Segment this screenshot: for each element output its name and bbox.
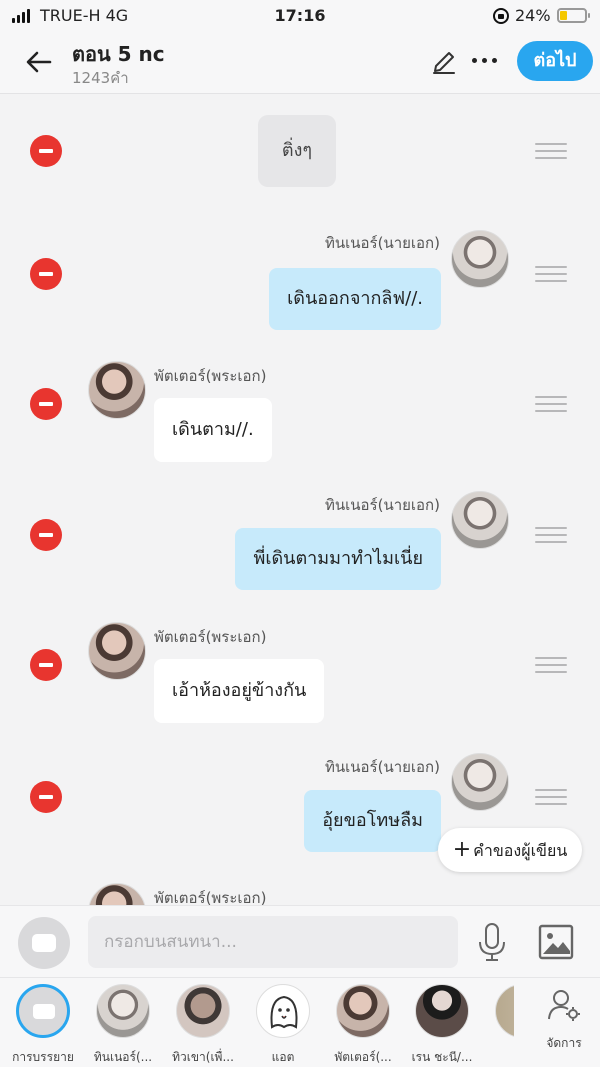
input-bar: กรอกบนสนทนา... (0, 905, 600, 977)
delete-message-icon[interactable] (30, 258, 62, 290)
message-bubble[interactable]: เดินตาม//. (154, 398, 272, 462)
character-bar: การบรรยาย ทินเนอร์(... ทิวเขา(เพื่... แอ… (0, 977, 600, 1067)
avatar (495, 984, 514, 1038)
message-bubble[interactable]: เดินออกจากลิฟ//. (269, 268, 441, 330)
battery-percent: 24% (515, 6, 551, 25)
pencil-icon[interactable] (430, 48, 458, 76)
back-arrow-icon[interactable] (24, 47, 54, 77)
character-item[interactable]: ทิวเขา(เพื่... (167, 984, 239, 1067)
avatar (88, 361, 146, 419)
narration-bubble[interactable]: ติ่งๆ (258, 115, 336, 187)
image-icon[interactable] (538, 924, 574, 960)
avatar (451, 753, 509, 811)
avatar (415, 984, 469, 1038)
speaker-name: พัตเตอร์(พระเอก) (154, 628, 267, 646)
clock: 17:16 (274, 6, 326, 25)
avatar (88, 622, 146, 680)
character-label: ทิวเขา(เพื่... (172, 1050, 234, 1064)
character-item[interactable]: ทินเนอร์(... (87, 984, 159, 1067)
next-button[interactable]: ต่อไป (517, 41, 593, 81)
drag-handle-icon[interactable] (535, 143, 567, 159)
writer-note-label: คำของผู้เขียน (473, 841, 568, 860)
status-bar: TRUE-H 4G 17:16 24% (0, 0, 600, 32)
delete-message-icon[interactable] (30, 388, 62, 420)
character-label: ทินเนอร์(... (93, 1050, 153, 1064)
drag-handle-icon[interactable] (535, 396, 567, 412)
narration-icon (16, 984, 70, 1038)
word-count: 1243คำ (72, 69, 129, 87)
character-item[interactable]: พัตเตอร์(... (327, 984, 399, 1067)
avatar (96, 984, 150, 1038)
delete-message-icon[interactable] (30, 781, 62, 813)
character-label: แอต (271, 1050, 295, 1064)
speaker-name: พัตเตอร์(พระเอก) (154, 889, 267, 905)
chat-row: พัตเตอร์(พระเอก) เดินตาม//. (0, 358, 600, 468)
message-bubble[interactable]: พี่เดินตามมาทำไมเนี่ย (235, 528, 441, 590)
character-item[interactable]: แอต (247, 984, 319, 1067)
delete-message-icon[interactable] (30, 519, 62, 551)
editor-header: ตอน 5 nc 1243คำ ต่อไป (0, 32, 600, 94)
rotation-lock-icon (493, 8, 509, 24)
microphone-icon[interactable] (476, 922, 508, 964)
character-label: การบรรยาย (12, 1050, 74, 1064)
chat-row: พัตเตอร์(พระเอก) เอ้าห้องอยู่ข้างกัน (0, 619, 600, 729)
chat-row: ทินเนอร์(นายเอก) พี่เดินตามมาทำไมเนี่ย (0, 487, 600, 597)
message-bubble[interactable]: เอ้าห้องอยู่ข้างกัน (154, 659, 325, 723)
character-item[interactable] (486, 984, 514, 1038)
chat-input[interactable]: กรอกบนสนทนา... (88, 916, 458, 968)
manage-label: จัดการ (546, 1036, 582, 1050)
narration-toggle-icon[interactable] (18, 917, 70, 969)
drag-handle-icon[interactable] (535, 789, 567, 805)
speaker-name: พัตเตอร์(พระเอก) (154, 367, 267, 385)
plus-icon: + (452, 837, 472, 862)
avatar (176, 984, 230, 1038)
battery-icon (557, 8, 590, 23)
add-writer-note-button[interactable]: + คำของผู้เขียน (438, 828, 582, 872)
chat-row: ทินเนอร์(นายเอก) เดินออกจากลิฟ//. (0, 225, 600, 335)
character-narration[interactable]: การบรรยาย (7, 984, 79, 1067)
chat-row-narration: ติ่งๆ (0, 95, 600, 205)
ghost-avatar-icon (256, 984, 310, 1038)
chat-row: พัตเตอร์(พระเอก) (0, 880, 600, 905)
avatar (451, 230, 509, 288)
avatar (451, 491, 509, 549)
avatar (336, 984, 390, 1038)
delete-message-icon[interactable] (30, 649, 62, 681)
message-bubble[interactable]: อุ้ยขอโทษลืม (304, 790, 441, 852)
more-options-icon[interactable] (472, 58, 497, 63)
character-item[interactable]: เรน ชะนี/... (406, 984, 478, 1067)
avatar (88, 883, 146, 905)
speaker-name: ทินเนอร์(นายเอก) (325, 758, 440, 776)
character-label: พัตเตอร์(... (334, 1050, 392, 1064)
delete-message-icon[interactable] (30, 135, 62, 167)
speaker-name: ทินเนอร์(นายเอก) (325, 234, 440, 252)
speaker-name: ทินเนอร์(นายเอก) (325, 496, 440, 514)
drag-handle-icon[interactable] (535, 266, 567, 282)
manage-characters-icon (548, 990, 580, 1021)
manage-characters-button[interactable]: จัดการ (532, 988, 596, 1053)
chat-editor[interactable]: ติ่งๆ ทินเนอร์(นายเอก) เดินออกจากลิฟ//. … (0, 95, 600, 905)
character-label: เรน ชะนี/... (411, 1050, 473, 1064)
drag-handle-icon[interactable] (535, 527, 567, 543)
drag-handle-icon[interactable] (535, 657, 567, 673)
